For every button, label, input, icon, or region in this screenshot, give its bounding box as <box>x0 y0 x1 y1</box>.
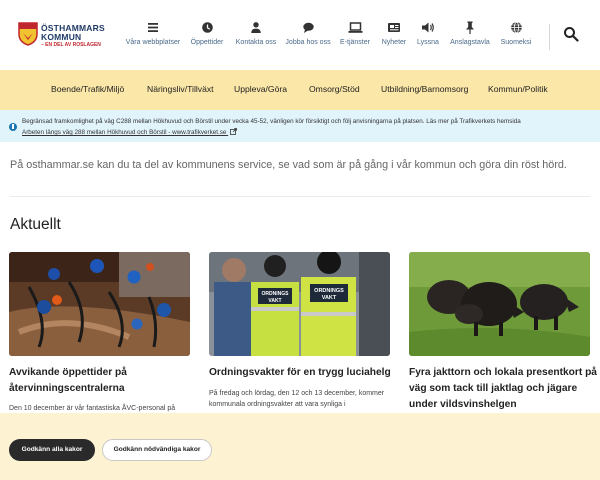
nav-nyheter[interactable]: Nyheter <box>376 20 412 52</box>
news-title-line[interactable]: Avvikande öppettider på <box>9 365 127 381</box>
menu-item-uppleva[interactable]: Uppleva/Göra <box>234 84 287 94</box>
vest-label: ORDNINGS <box>314 288 344 294</box>
news-section-title: Aktuellt <box>10 216 61 233</box>
news-desc-line: kommunala ordningsvakter att vara synlig… <box>209 401 346 408</box>
vest-label: ORDNINGS <box>262 291 290 297</box>
menu-icon <box>148 23 158 32</box>
logo-tagline: – EN DEL AV ROSLAGEN <box>41 42 101 48</box>
security-guards-photo: ORDNINGS VAKT ORDNINGS VAKT <box>209 252 390 356</box>
nav-label: E-tjänster <box>340 39 370 46</box>
chat-bubble-icon <box>302 22 314 33</box>
alert-link[interactable]: Arbeten längs väg 288 mellan Hökhuvud oc… <box>22 128 238 136</box>
person-icon <box>251 22 261 33</box>
alert-link-text[interactable]: Arbeten längs väg 288 mellan Hökhuvud oc… <box>22 129 226 136</box>
menu-item-boende[interactable]: Boende/Trafik/Miljö <box>51 84 124 94</box>
nav-kontakta-oss[interactable]: Kontakta oss <box>231 20 281 52</box>
site-logo[interactable]: ÖSTHAMMARS KOMMUN – EN DEL AV ROSLAGEN <box>18 22 105 50</box>
vest-label: VAKT <box>322 295 337 301</box>
traffic-alert <box>0 110 600 142</box>
main-menu: Boende/Trafik/Miljö Näringsliv/Tillväxt … <box>0 70 600 110</box>
accept-all-cookies-button[interactable]: Godkänn alla kakor <box>9 439 95 461</box>
wild-boars-photo <box>409 252 590 356</box>
news-title[interactable]: Fyra jakttorn och lokala presentkort på … <box>409 365 597 413</box>
nav-suomeksi[interactable]: Suomeksi <box>496 20 536 52</box>
search-icon[interactable] <box>563 26 579 42</box>
menu-item-omsorg[interactable]: Omsorg/Stöd <box>309 84 360 94</box>
candelabra-photo <box>9 252 190 356</box>
speaker-icon <box>422 22 434 33</box>
divider <box>10 196 590 197</box>
news-title[interactable]: Ordningsvakter för en trygg luciahelg <box>209 365 391 381</box>
header-divider <box>549 24 550 50</box>
site-header: ÖSTHAMMARS KOMMUN – EN DEL AV ROSLAGEN V… <box>0 0 600 70</box>
nav-anslagstavla[interactable]: Anslagstavla <box>445 20 495 52</box>
nav-label: Lyssna <box>417 39 439 46</box>
menu-item-naringsliv[interactable]: Näringsliv/Tillväxt <box>147 84 214 94</box>
globe-icon <box>510 21 522 34</box>
nav-label: Nyheter <box>381 39 407 46</box>
nav-label: Jobba hos oss <box>285 39 331 46</box>
alert-text: Begränsad framkomlighet på väg C288 mell… <box>22 118 521 125</box>
news-title-line[interactable]: Ordningsvakter för en trygg luciahelg <box>209 365 391 381</box>
external-link-icon <box>230 128 238 135</box>
news-title[interactable]: Avvikande öppettider på återvinningscent… <box>9 365 127 397</box>
logo-line2: KOMMUN <box>41 32 82 42</box>
news-desc: På fredag och lördag, den 12 och 13 dece… <box>209 388 384 410</box>
info-icon <box>9 123 17 131</box>
nav-label: Suomeksi <box>500 39 532 46</box>
news-image-recycling[interactable] <box>9 252 190 356</box>
news-desc-line: På fredag och lördag, den 12 och 13 dece… <box>209 390 385 397</box>
nav-jobba-hos-oss[interactable]: Jobba hos oss <box>283 20 333 52</box>
nav-label: Våra webbplatser <box>125 39 181 46</box>
news-title-line[interactable]: återvinningscentralerna <box>9 381 127 397</box>
news-image-boars[interactable] <box>409 252 590 356</box>
nav-lyssna[interactable]: Lyssna <box>413 20 443 52</box>
clock-icon <box>201 22 213 33</box>
news-title-line[interactable]: väg som tack till jaktlag och jägare <box>409 381 597 397</box>
news-image-guards[interactable]: ORDNINGS VAKT ORDNINGS VAKT <box>209 252 390 356</box>
nav-oppettider[interactable]: Öppettider <box>186 20 228 52</box>
laptop-icon <box>348 22 362 33</box>
nav-label: Öppettider <box>190 39 224 46</box>
nav-vara-webbplatser[interactable]: Våra webbplatser <box>120 20 186 52</box>
pin-icon <box>466 21 474 34</box>
newspaper-icon <box>388 23 400 32</box>
menu-item-utbildning[interactable]: Utbildning/Barnomsorg <box>381 84 468 94</box>
coat-of-arms-icon <box>18 22 38 46</box>
nav-label: Kontakta oss <box>235 39 277 46</box>
vest-label: VAKT <box>268 298 281 304</box>
menu-item-kommun[interactable]: Kommun/Politik <box>488 84 548 94</box>
accept-necessary-cookies-button[interactable]: Godkänn nödvändiga kakor <box>102 439 212 461</box>
intro-text: På osthammar.se kan du ta del av kommune… <box>10 159 567 171</box>
news-title-line[interactable]: Fyra jakttorn och lokala presentkort på <box>409 365 597 381</box>
nav-e-tjanster[interactable]: E-tjänster <box>334 20 376 52</box>
nav-label: Anslagstavla <box>450 39 490 46</box>
news-title-line[interactable]: under vildsvinshelgen <box>409 397 597 413</box>
